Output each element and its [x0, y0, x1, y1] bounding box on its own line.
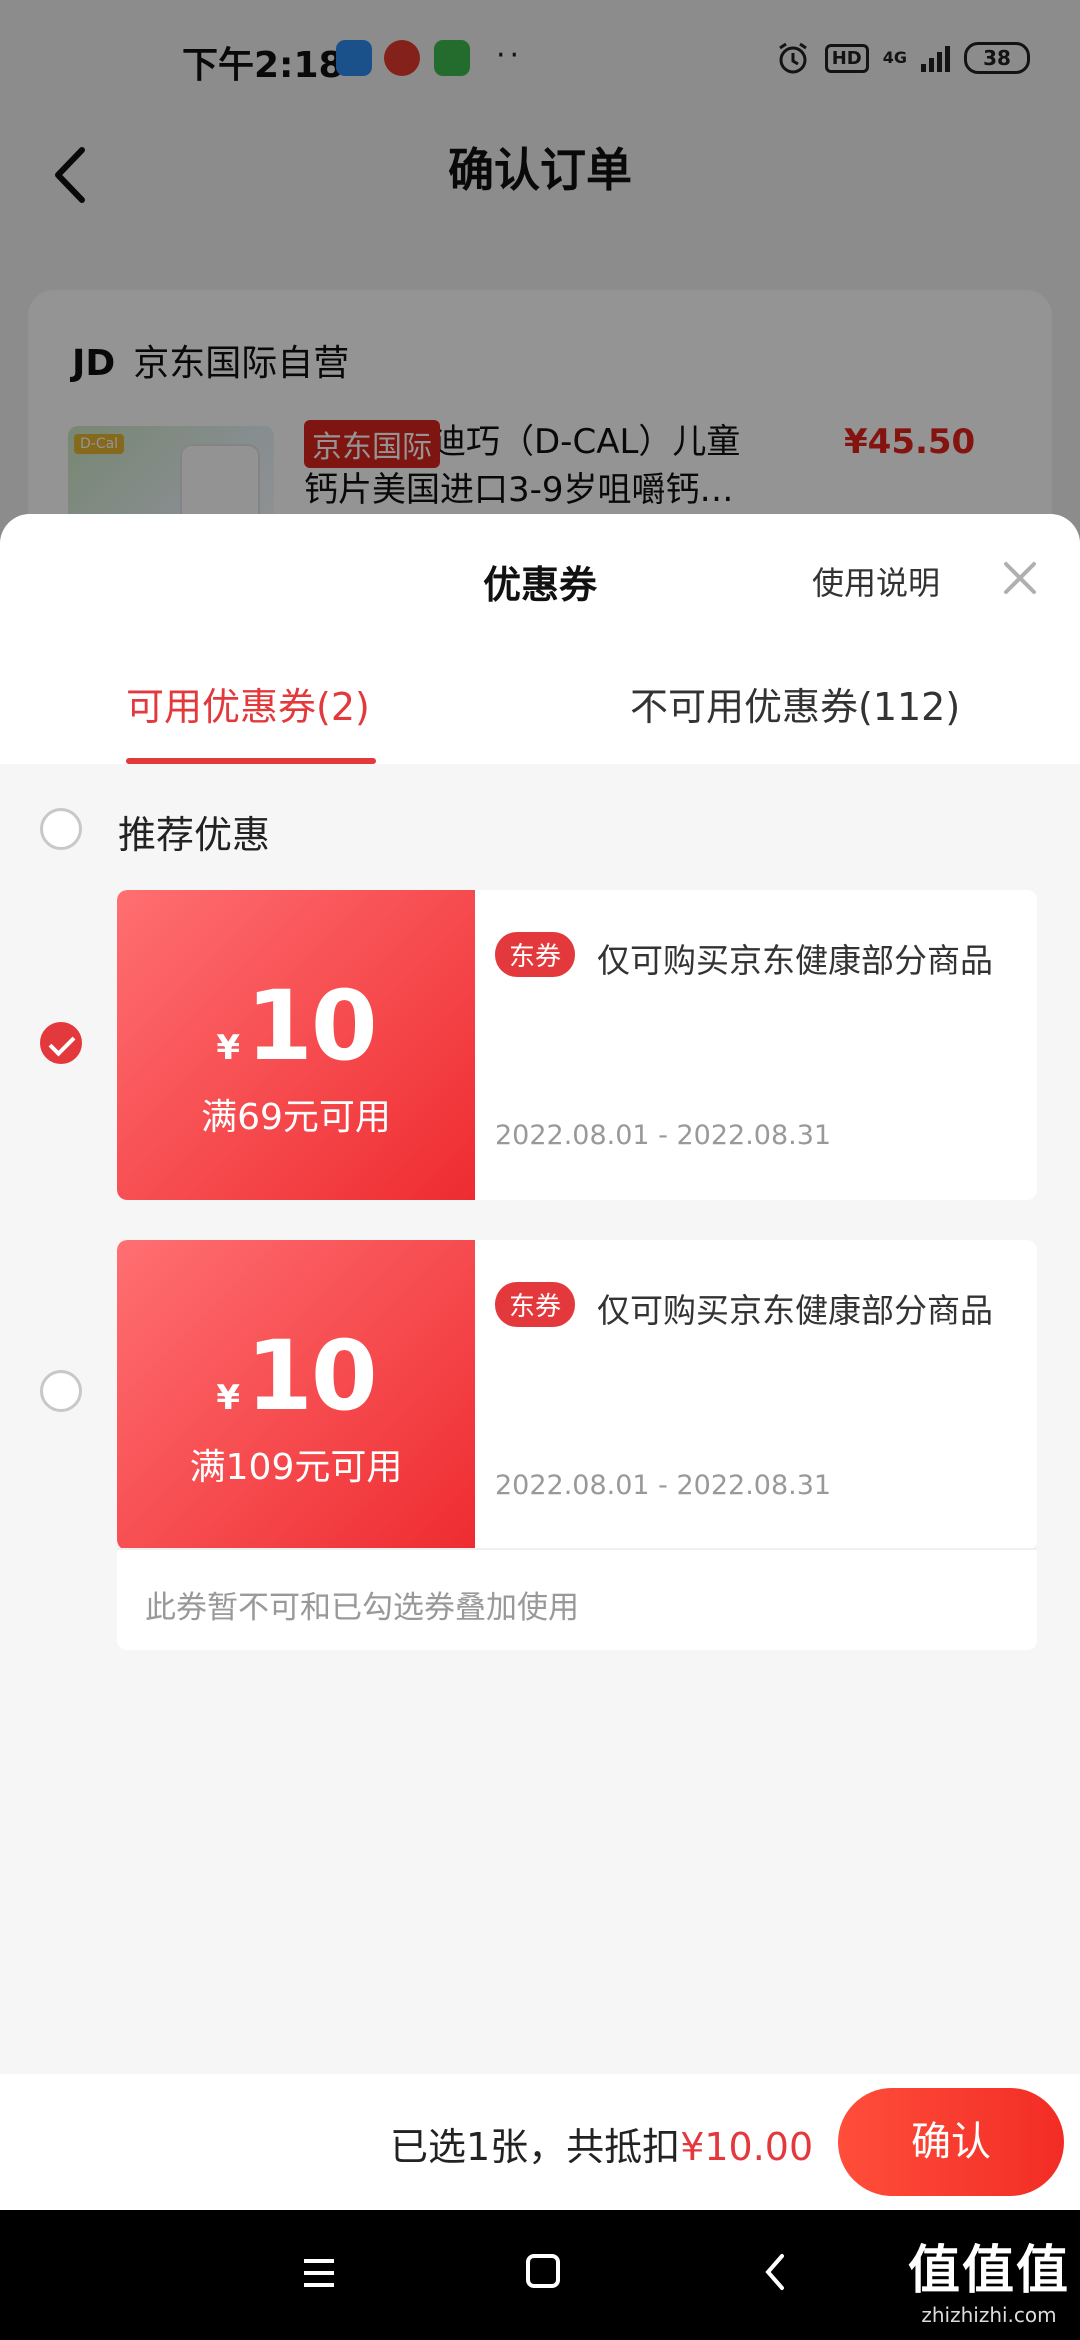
usage-instructions-link[interactable]: 使用说明 [812, 558, 940, 604]
close-icon[interactable] [1000, 558, 1040, 598]
coupon-description: 仅可购买京东健康部分商品 [597, 1291, 993, 1330]
confirm-button[interactable]: 确认 [838, 2088, 1064, 2196]
discount-amount: ¥10.00 [680, 2125, 814, 2169]
active-tab-indicator [126, 758, 376, 764]
recommend-label: 推荐优惠 [118, 813, 271, 857]
coupon-description: 仅可购买京东健康部分商品 [597, 941, 993, 980]
selected-summary: 已选1张，共抵扣¥10.00 [390, 2125, 814, 2169]
recommend-option[interactable]: 推荐优惠 [0, 794, 1080, 864]
recommend-radio[interactable] [40, 808, 82, 850]
coupon-value-panel: ¥10 满69元可用 [117, 890, 475, 1200]
coupon-amount: ¥10 [216, 1320, 377, 1432]
tab-unavailable-coupons[interactable]: 不可用优惠券(112) [630, 676, 960, 731]
coupon-stacking-note: 此券暂不可和已勾选券叠加使用 [117, 1548, 1037, 1650]
menu-icon[interactable] [302, 2258, 336, 2288]
coupon-condition: 满109元可用 [189, 1447, 403, 1488]
action-bar: 已选1张，共抵扣¥10.00 确认 [0, 2074, 1080, 2210]
coupon-value-panel: ¥10 满109元可用 [117, 1240, 475, 1550]
coupon-date-range: 2022.08.01 - 2022.08.31 [495, 1120, 832, 1151]
system-nav-bar: 值值值 zhizhizhi.com [0, 2210, 1080, 2340]
coupon-card[interactable]: ¥10 满69元可用 东券 仅可购买京东健康部分商品 2022.08.01 - … [117, 890, 1037, 1200]
watermark: 值值值 zhizhizhi.com [907, 2241, 1070, 2327]
coupon-2-checkbox[interactable] [40, 1370, 82, 1412]
sheet-header: 优惠券 使用说明 可用优惠券(2) 不可用优惠券(112) [0, 514, 1080, 764]
coupon-tag: 东券 [495, 1282, 576, 1327]
coupon-sheet: 优惠券 使用说明 可用优惠券(2) 不可用优惠券(112) 推荐优惠 ¥10 满… [0, 514, 1080, 2210]
coupon-card[interactable]: ¥10 满109元可用 东券 仅可购买京东健康部分商品 2022.08.01 -… [117, 1240, 1037, 1550]
tab-available-coupons[interactable]: 可用优惠券(2) [126, 676, 370, 731]
home-icon[interactable] [526, 2254, 560, 2288]
coupon-date-range: 2022.08.01 - 2022.08.31 [495, 1470, 832, 1501]
coupon-1-checkbox[interactable] [40, 1022, 82, 1064]
coupon-note-text: 此券暂不可和已勾选券叠加使用 [145, 1590, 579, 1626]
coupon-condition: 满69元可用 [201, 1097, 391, 1138]
back-icon[interactable] [760, 2252, 790, 2292]
coupon-tag: 东券 [495, 932, 576, 977]
overlay-mask[interactable] [0, 0, 1080, 540]
coupon-amount: ¥10 [216, 970, 377, 1082]
